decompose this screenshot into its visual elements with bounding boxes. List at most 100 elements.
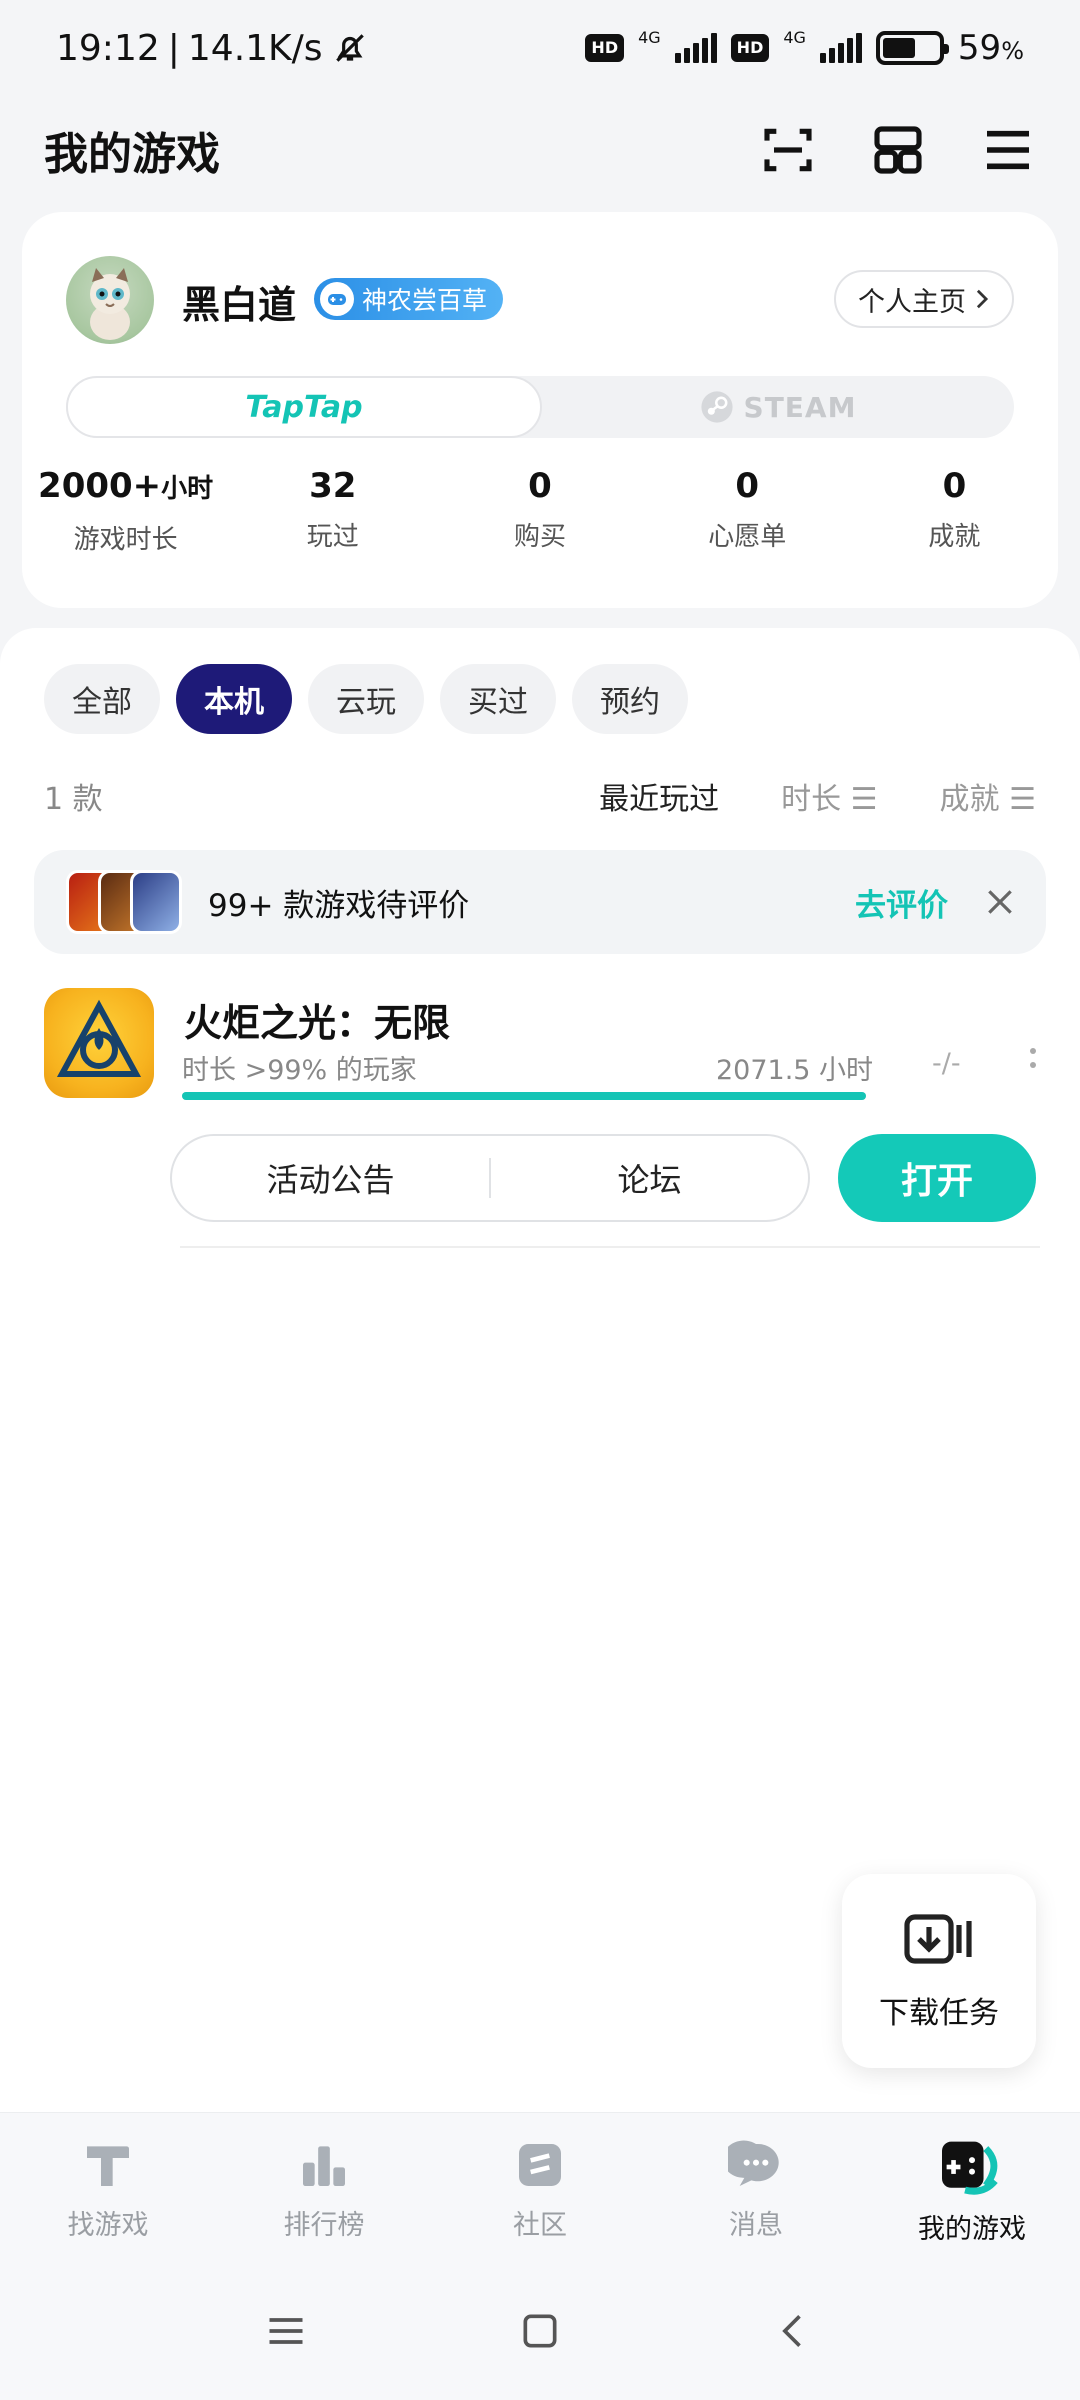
nav-ranking[interactable]: 排行榜	[216, 2113, 432, 2262]
stat-wishlist[interactable]: 0 心愿单	[644, 464, 851, 556]
grid-icon[interactable]	[870, 122, 926, 178]
platform-switch: TapTap STEAM	[66, 376, 1014, 438]
scan-icon[interactable]	[760, 122, 816, 178]
page-title: 我的游戏	[44, 129, 220, 180]
stats-row: 2000+小时 游戏时长 32 玩过 0 购买 0 心愿单 0 成就	[22, 464, 1058, 556]
game-playtime-rank: 时长 >99% 的玩家	[182, 1055, 417, 1086]
status-right: HD 4G HD 4G 59%	[585, 28, 1024, 68]
chevron-right-icon	[976, 289, 989, 309]
stat-value: 0	[735, 466, 760, 506]
forum-button[interactable]: 论坛	[491, 1155, 808, 1201]
hd-icon: HD	[585, 34, 625, 62]
playtime-value: 2000+	[38, 466, 162, 506]
stat-purchased[interactable]: 0 购买	[436, 464, 643, 556]
battery-unit: %	[1001, 37, 1024, 65]
stat-label: 购买	[514, 522, 567, 552]
nav-label: 排行榜	[283, 2210, 365, 2241]
rating-prompt[interactable]: 99+ 款游戏待评价 去评价	[34, 850, 1046, 954]
stat-label: 玩过	[306, 522, 359, 552]
game-thumbnails	[66, 870, 182, 934]
download-tasks-label: 下载任务	[879, 1996, 999, 2031]
menu-icon[interactable]	[980, 122, 1036, 178]
ranking-icon	[303, 2146, 345, 2186]
system-navigation	[0, 2262, 1080, 2400]
close-icon[interactable]	[984, 886, 1016, 918]
nav-label: 消息	[729, 2210, 783, 2241]
back-icon[interactable]	[772, 2309, 816, 2353]
network-type-2: 4G	[783, 28, 806, 47]
bottom-nav: 找游戏 排行榜 社区 消息 我的游戏	[0, 2112, 1080, 2262]
game-count: 1 款	[44, 782, 103, 817]
profile-card: 黑白道 神农尝百草 个人主页 TapTap STEAM 2000+小时 游戏时长 …	[22, 212, 1058, 608]
battery-percent: 59%	[958, 28, 1024, 68]
network-type-1: 4G	[638, 28, 661, 47]
chip-all[interactable]: 全部	[44, 664, 160, 734]
recents-icon[interactable]	[264, 2309, 308, 2353]
chip-local[interactable]: 本机	[176, 664, 292, 734]
username: 黑白道	[182, 283, 297, 327]
nav-my-games[interactable]: 我的游戏	[864, 2113, 1080, 2262]
stat-achievements[interactable]: 0 成就	[851, 464, 1058, 556]
sort-achievement[interactable]: 成就 ☰	[940, 774, 1036, 818]
announcement-button[interactable]: 活动公告	[172, 1155, 489, 1201]
more-icon[interactable]	[1030, 1048, 1036, 1068]
header-actions	[760, 122, 1036, 178]
status-bar: 19:12 | 14.1K/s HD 4G HD 4G 59%	[0, 0, 1080, 96]
rating-prompt-text: 99+ 款游戏待评价	[208, 887, 470, 924]
nav-label: 找游戏	[67, 2210, 149, 2241]
stat-value: 32	[309, 466, 357, 506]
tab-taptap[interactable]: TapTap	[66, 376, 542, 438]
nav-label: 社区	[513, 2210, 567, 2241]
battery-fill	[882, 38, 915, 58]
battery-icon	[875, 31, 949, 65]
nav-find-games[interactable]: 找游戏	[0, 2113, 216, 2262]
badge-label: 神农尝百草	[362, 286, 488, 315]
game-title[interactable]: 火炬之光：无限	[184, 992, 450, 1047]
message-icon	[728, 2140, 779, 2186]
stat-playtime[interactable]: 2000+小时 游戏时长	[22, 464, 229, 556]
chip-reserved[interactable]: 预约	[572, 664, 688, 734]
nav-label: 我的游戏	[918, 2214, 1026, 2245]
game-thumbnail	[130, 870, 182, 934]
signal-icon	[674, 33, 717, 63]
nav-community[interactable]: 社区	[432, 2113, 648, 2262]
game-actions: 活动公告 论坛	[170, 1134, 810, 1222]
sort-recent[interactable]: 最近玩过	[599, 774, 719, 818]
download-tasks-button[interactable]: 下载任务	[842, 1874, 1036, 2068]
steam-icon	[700, 391, 733, 423]
stat-label: 成就	[928, 522, 981, 552]
page-header: 我的游戏	[0, 100, 1080, 200]
stat-value: 0	[942, 466, 967, 506]
avatar[interactable]	[66, 256, 154, 344]
chip-bought[interactable]: 买过	[440, 664, 556, 734]
home-icon[interactable]	[518, 2309, 562, 2353]
sort-duration[interactable]: 时长 ☰	[781, 774, 877, 818]
home-button-label: 个人主页	[858, 286, 966, 318]
community-icon	[519, 2144, 561, 2186]
steam-label: STEAM	[743, 390, 857, 424]
stat-label: 心愿单	[708, 522, 787, 552]
status-left: 19:12 | 14.1K/s	[56, 28, 369, 69]
sort-achievement-label: 成就	[939, 782, 1000, 817]
stat-played[interactable]: 32 玩过	[229, 464, 436, 556]
my-games-icon	[942, 2141, 998, 2195]
title-badge[interactable]: 神农尝百草	[314, 278, 504, 320]
signal-icon-2	[819, 33, 862, 63]
chip-cloud[interactable]: 云玩	[308, 664, 424, 734]
go-rate-link[interactable]: 去评价	[855, 880, 948, 925]
nav-messages[interactable]: 消息	[648, 2113, 864, 2262]
game-icon[interactable]	[44, 988, 154, 1098]
stat-label: 游戏时长	[73, 525, 178, 555]
sort-duration-label: 时长	[781, 782, 842, 817]
battery-value: 59	[957, 28, 1002, 68]
find-games-icon	[87, 2146, 129, 2186]
list-divider	[180, 1246, 1040, 1248]
open-button[interactable]: 打开	[838, 1134, 1036, 1222]
profile-home-button[interactable]: 个人主页	[834, 270, 1014, 328]
sort-icon: ☰	[850, 782, 878, 817]
gamepad-icon	[320, 282, 354, 316]
tab-steam[interactable]: STEAM	[542, 376, 1014, 438]
achievement-ratio: -/-	[932, 1048, 961, 1079]
clock: 19:12	[56, 27, 160, 69]
network-speed: 14.1K/s	[187, 27, 323, 69]
